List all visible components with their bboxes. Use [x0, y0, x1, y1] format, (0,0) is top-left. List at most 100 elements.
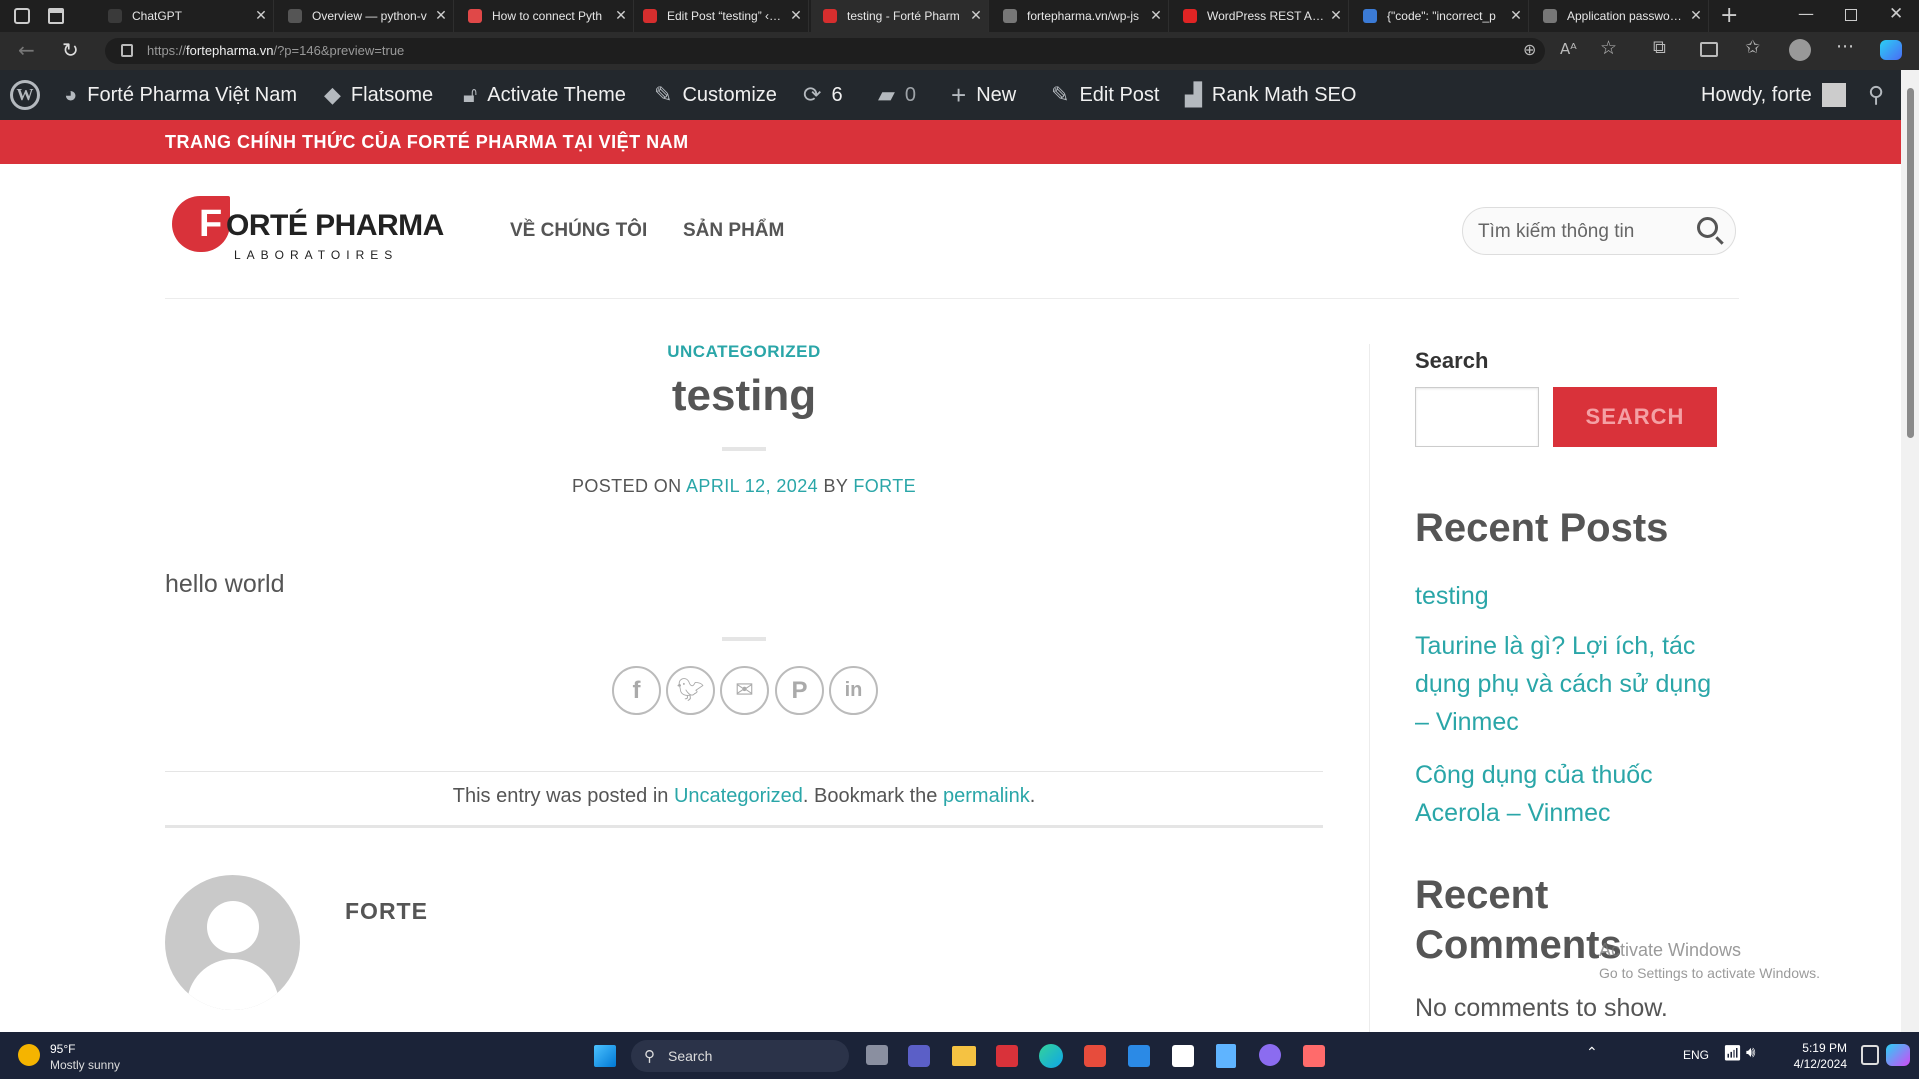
wp-logo-icon[interactable]: W [10, 70, 40, 120]
wp-rank-math[interactable]: ▟ Rank Math SEO [1185, 70, 1356, 120]
edge-icon[interactable] [1039, 1044, 1063, 1068]
site-name-label: Forté Pharma Việt Nam [87, 83, 298, 106]
tab-close-icon[interactable]: ✕ [784, 8, 808, 24]
post-date-link[interactable]: APRIL 12, 2024 [686, 476, 818, 496]
header-search-input[interactable]: Tìm kiếm thông tin [1478, 221, 1634, 243]
share-twitter-icon[interactable]: 🐦︎ [666, 666, 715, 715]
wifi-icon[interactable]: 📶︎ [1723, 1044, 1742, 1062]
notification-icon[interactable] [1861, 1045, 1879, 1065]
url-path: /?p=146&preview=true [273, 43, 405, 58]
copilot-icon[interactable] [1880, 40, 1902, 60]
tab-close-icon[interactable]: ✕ [249, 8, 273, 24]
tab-close-icon[interactable]: ✕ [429, 8, 453, 24]
browser-tab[interactable]: How to connect Pyth ✕ [456, 0, 634, 32]
notion-icon[interactable] [1172, 1045, 1194, 1067]
tab-close-icon[interactable]: ✕ [609, 8, 633, 24]
tab-actions-icon[interactable] [48, 8, 64, 24]
url-field[interactable]: https://fortepharma.vn/?p=146&preview=tr… [105, 38, 1545, 64]
weather-icon[interactable] [18, 1044, 40, 1066]
sidebar-search-button[interactable]: SEARCH [1553, 387, 1717, 447]
browser-tab[interactable]: WordPress REST API / ✕ [1171, 0, 1349, 32]
wp-flatsome[interactable]: ◆ Flatsome [324, 70, 433, 120]
weather-desc[interactable]: Mostly sunny [50, 1058, 120, 1072]
new-tab-button[interactable]: + [1720, 3, 1738, 28]
wp-edit-post[interactable]: ✎ Edit Post [1051, 70, 1159, 120]
wp-search-icon[interactable]: ⚲ [1868, 70, 1884, 120]
browser-tab[interactable]: Edit Post “testing” ‹ Fo ✕ [631, 0, 809, 32]
tab-close-icon[interactable]: ✕ [1324, 8, 1348, 24]
back-icon[interactable]: ← [18, 38, 35, 62]
profile-icon[interactable] [1789, 39, 1811, 61]
wp-updates[interactable]: ⟳ 6 [803, 70, 843, 120]
recent-post-link[interactable]: testing [1415, 577, 1725, 615]
sidebar-search-input[interactable] [1415, 387, 1539, 447]
close-window-button[interactable]: ✕ [1889, 4, 1903, 24]
tab-close-icon[interactable]: ✕ [1504, 8, 1528, 24]
tab-close-icon[interactable]: ✕ [964, 8, 988, 24]
tray-lang[interactable]: ENG [1683, 1048, 1709, 1062]
tab-title: testing - Forté Pharm [847, 9, 960, 23]
taskbar-search-label: Search [668, 1048, 713, 1064]
browser-tab[interactable]: {"code": "incorrect_p ✕ [1351, 0, 1529, 32]
app-icon[interactable] [996, 1045, 1018, 1067]
header-search[interactable]: Tìm kiếm thông tin [1462, 207, 1736, 255]
lock-icon[interactable] [121, 44, 133, 57]
recent-post-link[interactable]: Công dụng của thuốc Acerola – Vinmec [1415, 756, 1725, 832]
wp-activate-theme[interactable]: 🔓︎ Activate Theme [463, 70, 626, 120]
app-icon[interactable] [1259, 1044, 1281, 1066]
tab-close-icon[interactable]: ✕ [1684, 8, 1708, 24]
browser-tab[interactable]: Application passwords ✕ [1531, 0, 1709, 32]
menu-icon[interactable]: ⋯ [1836, 36, 1854, 57]
teams-icon[interactable] [908, 1045, 930, 1067]
share-pinterest-icon[interactable]: P [775, 666, 824, 715]
volume-icon[interactable]: 🔊︎ [1746, 1044, 1755, 1061]
search-icon[interactable] [1697, 217, 1718, 238]
post-author-link[interactable]: FORTE [853, 476, 916, 496]
refresh-icon[interactable]: ↻ [62, 38, 79, 62]
restore-button[interactable] [1845, 9, 1857, 21]
taskbar-search[interactable]: ⚲ Search [631, 1040, 849, 1072]
favorites-icon[interactable]: ✩ [1745, 37, 1760, 58]
minimize-button[interactable]: — [1798, 4, 1814, 23]
notepad-icon[interactable] [1216, 1044, 1236, 1068]
page-scrollbar[interactable] [1901, 70, 1919, 1032]
clock-date[interactable]: 4/12/2024 [1782, 1057, 1847, 1071]
wp-customize[interactable]: ✎ Customize [654, 70, 777, 120]
favorite-icon[interactable]: ☆ [1600, 37, 1617, 59]
browser-tab[interactable]: ChatGPT ✕ [96, 0, 274, 32]
split-screen-icon[interactable] [1700, 42, 1718, 57]
share-email-icon[interactable]: ✉ [720, 666, 769, 715]
browser-tab[interactable]: Overview — python-v ✕ [276, 0, 454, 32]
vscode-icon[interactable] [1128, 1045, 1150, 1067]
share-facebook-icon[interactable]: f [612, 666, 661, 715]
wp-site-name[interactable]: ◕ Forté Pharma Việt Nam [64, 70, 297, 120]
zoom-icon[interactable]: ⊕ [1523, 40, 1536, 59]
extensions-icon[interactable]: ⧉ [1653, 37, 1666, 58]
workspaces-icon[interactable] [14, 8, 30, 24]
file-explorer-icon[interactable] [952, 1046, 976, 1066]
task-view-icon[interactable] [866, 1045, 888, 1065]
app-icon[interactable] [1303, 1045, 1325, 1067]
wp-new[interactable]: + New [951, 70, 1016, 120]
nav-item-products[interactable]: SẢN PHẨM [683, 220, 784, 242]
browser-tab[interactable]: fortepharma.vn/wp-js ✕ [991, 0, 1169, 32]
tab-close-icon[interactable]: ✕ [1144, 8, 1168, 24]
nav-item-about[interactable]: VỀ CHÚNG TÔI [510, 220, 647, 242]
entry-footer-category-link[interactable]: Uncategorized [674, 785, 803, 807]
wp-howdy[interactable]: Howdy, forte [1701, 70, 1846, 120]
browser-tab[interactable]: testing - Forté Pharm ✕ [811, 0, 989, 32]
share-linkedin-icon[interactable]: in [829, 666, 878, 715]
start-button[interactable] [594, 1045, 616, 1067]
copilot-taskbar-icon[interactable] [1886, 1044, 1910, 1066]
read-aloud-icon[interactable]: Aᴬ [1560, 40, 1577, 58]
weather-temp[interactable]: 95°F [50, 1042, 75, 1056]
entry-footer-permalink[interactable]: permalink [943, 785, 1030, 807]
clock-time[interactable]: 5:19 PM [1792, 1041, 1847, 1055]
todo-icon[interactable] [1084, 1045, 1106, 1067]
wp-comments[interactable]: ▰ 0 [878, 70, 916, 120]
recent-post-link[interactable]: Taurine là gì? Lợi ích, tác dụng phụ và … [1415, 627, 1725, 741]
post-category[interactable]: UNCATEGORIZED [0, 342, 1488, 362]
scrollbar-thumb[interactable] [1907, 88, 1914, 438]
tray-chevron-icon[interactable]: ⌃ [1586, 1044, 1598, 1061]
site-logo[interactable]: F ORTÉ PHARMA LABORATOIRES [172, 196, 462, 266]
